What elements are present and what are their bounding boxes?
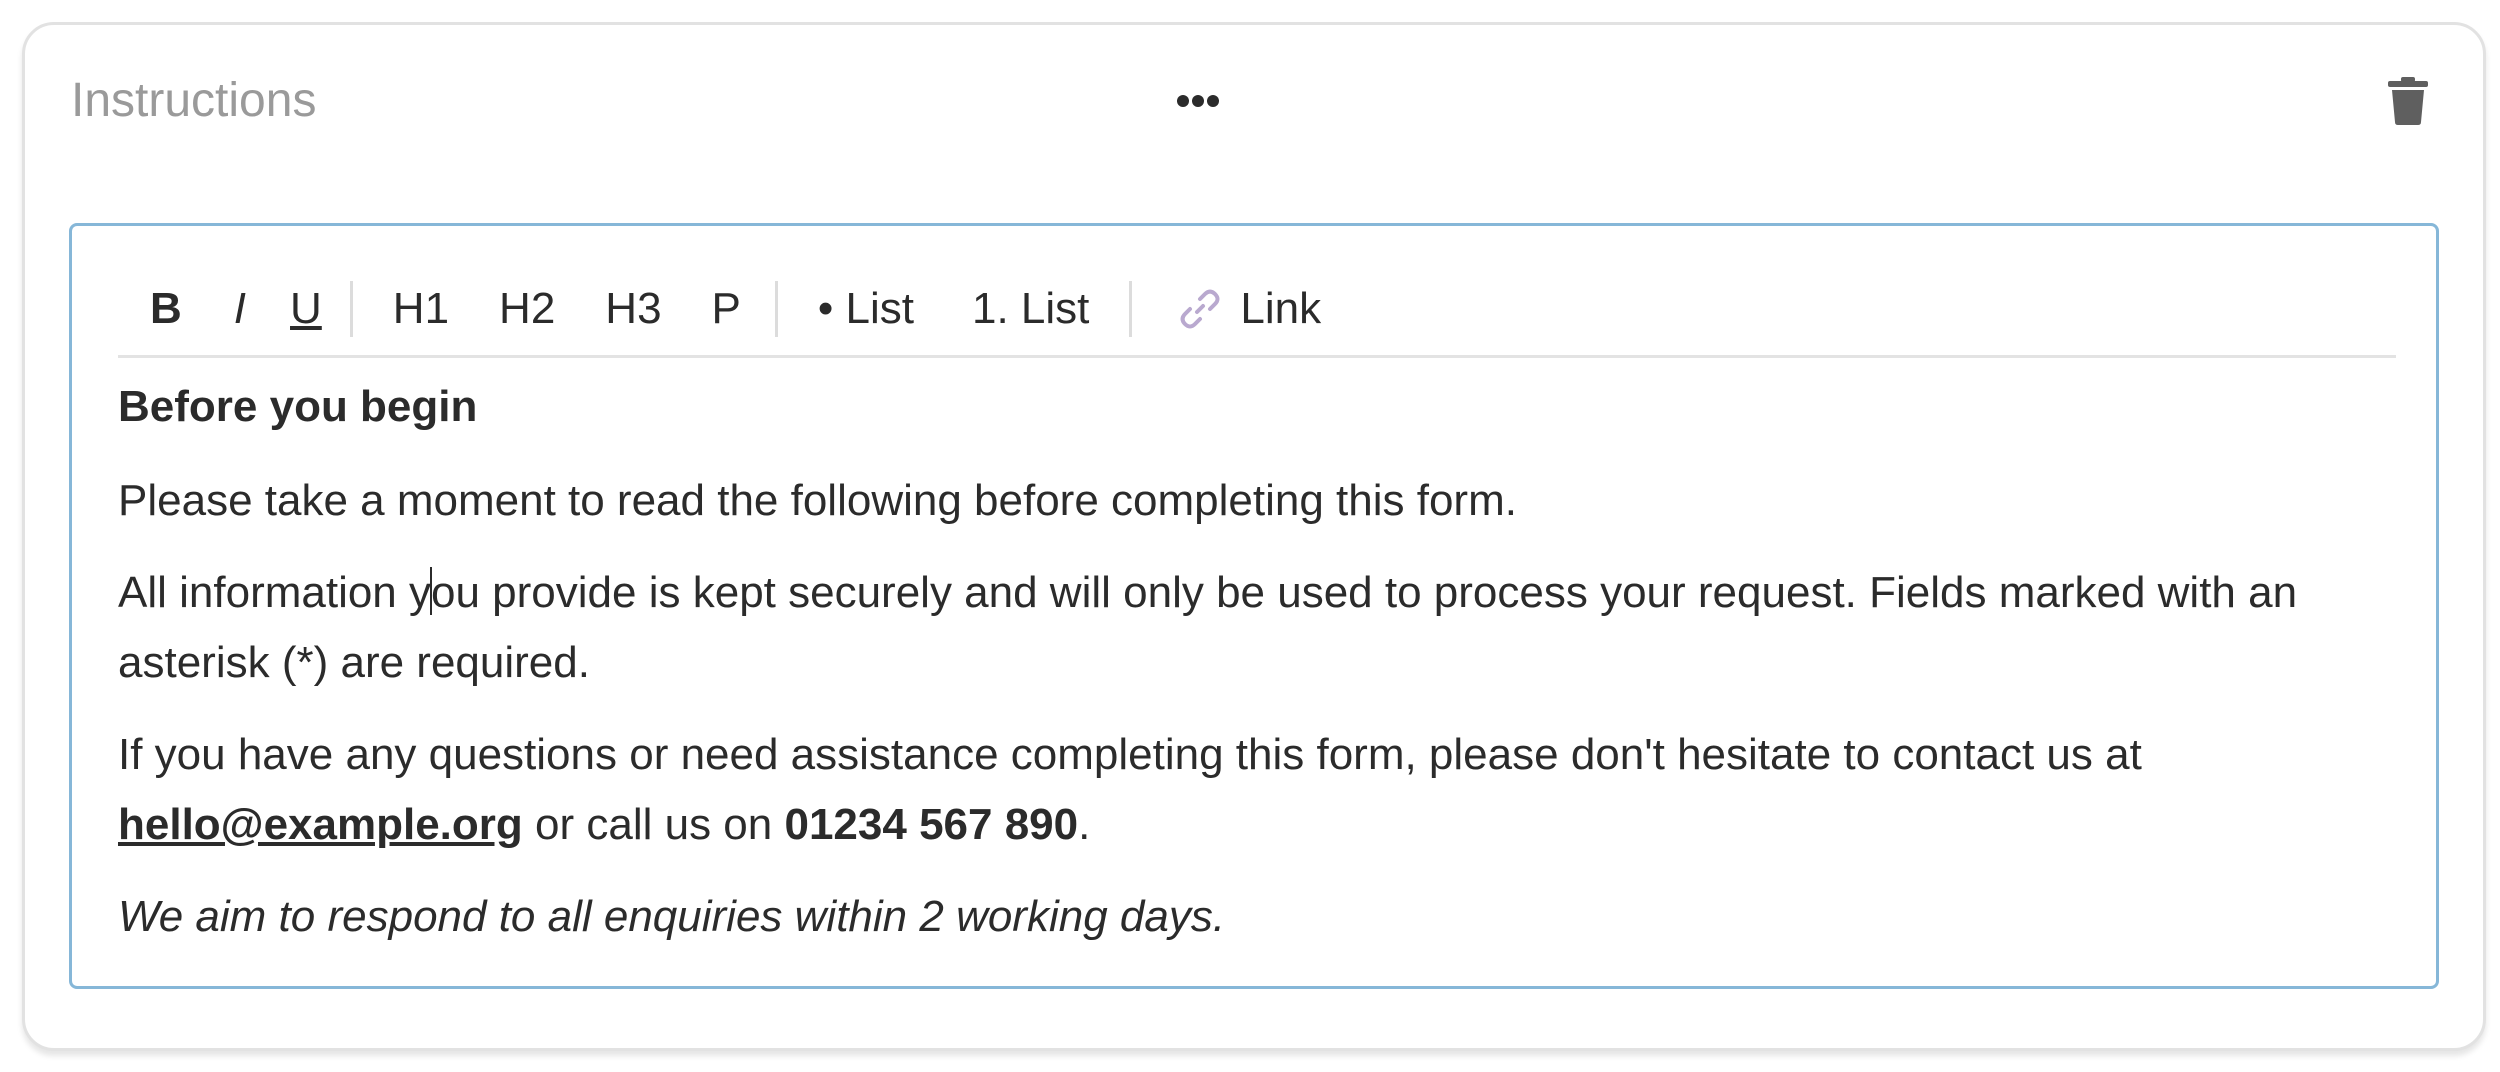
editor-content[interactable]: Before you begin Please take a moment to… (118, 372, 2408, 952)
response-time-note: We aim to respond to all enquiries withi… (118, 892, 1226, 941)
content-paragraph: Please take a moment to read the followi… (118, 476, 1517, 525)
heading2-button[interactable]: H2 (495, 283, 559, 335)
heading3-button[interactable]: H3 (601, 283, 665, 335)
editor-toolbar: B I U H1 H2 H3 P • List 1. List Link (118, 262, 2396, 358)
phone-number: 01234 567 890 (784, 800, 1079, 849)
toolbar-divider (1129, 280, 1133, 337)
paragraph-text: If you have any questions or need assist… (118, 730, 2142, 779)
paragraph-text: or call us on (522, 800, 785, 849)
toolbar-divider (349, 280, 353, 337)
content-paragraph: All information you provide is kept secu… (118, 558, 2408, 698)
ordered-list-button[interactable]: 1. List (968, 283, 1093, 335)
underline-button[interactable]: U (286, 283, 326, 335)
paragraph-text: All information y (118, 568, 432, 617)
rich-text-editor[interactable]: B I U H1 H2 H3 P • List 1. List Link Bef… (69, 223, 2439, 989)
italic-button[interactable]: I (230, 283, 250, 335)
paragraph-text: ou provide is kept securely and will onl… (118, 568, 2298, 687)
paragraph-text: . (1078, 800, 1091, 849)
trash-icon[interactable] (2379, 65, 2437, 137)
block-title: Instructions (71, 74, 317, 127)
link-button-label: Link (1240, 283, 1322, 333)
bullet-list-button[interactable]: • List (814, 283, 918, 335)
email-link[interactable]: hello@example.org (118, 800, 523, 849)
link-button[interactable]: Link (1174, 283, 1325, 335)
content-paragraph: If you have any questions or need assist… (118, 720, 2408, 860)
bold-button[interactable]: B (146, 283, 186, 335)
heading1-button[interactable]: H1 (389, 283, 453, 335)
link-chain-icon (1178, 287, 1222, 331)
content-heading: Before you begin (118, 382, 478, 431)
toolbar-divider (774, 280, 778, 337)
instructions-block-card: Instructions B I U H1 H2 H3 P • List 1. … (22, 22, 2486, 1051)
drag-handle-dots-icon[interactable] (1153, 71, 1243, 131)
paragraph-button[interactable]: P (708, 283, 745, 335)
